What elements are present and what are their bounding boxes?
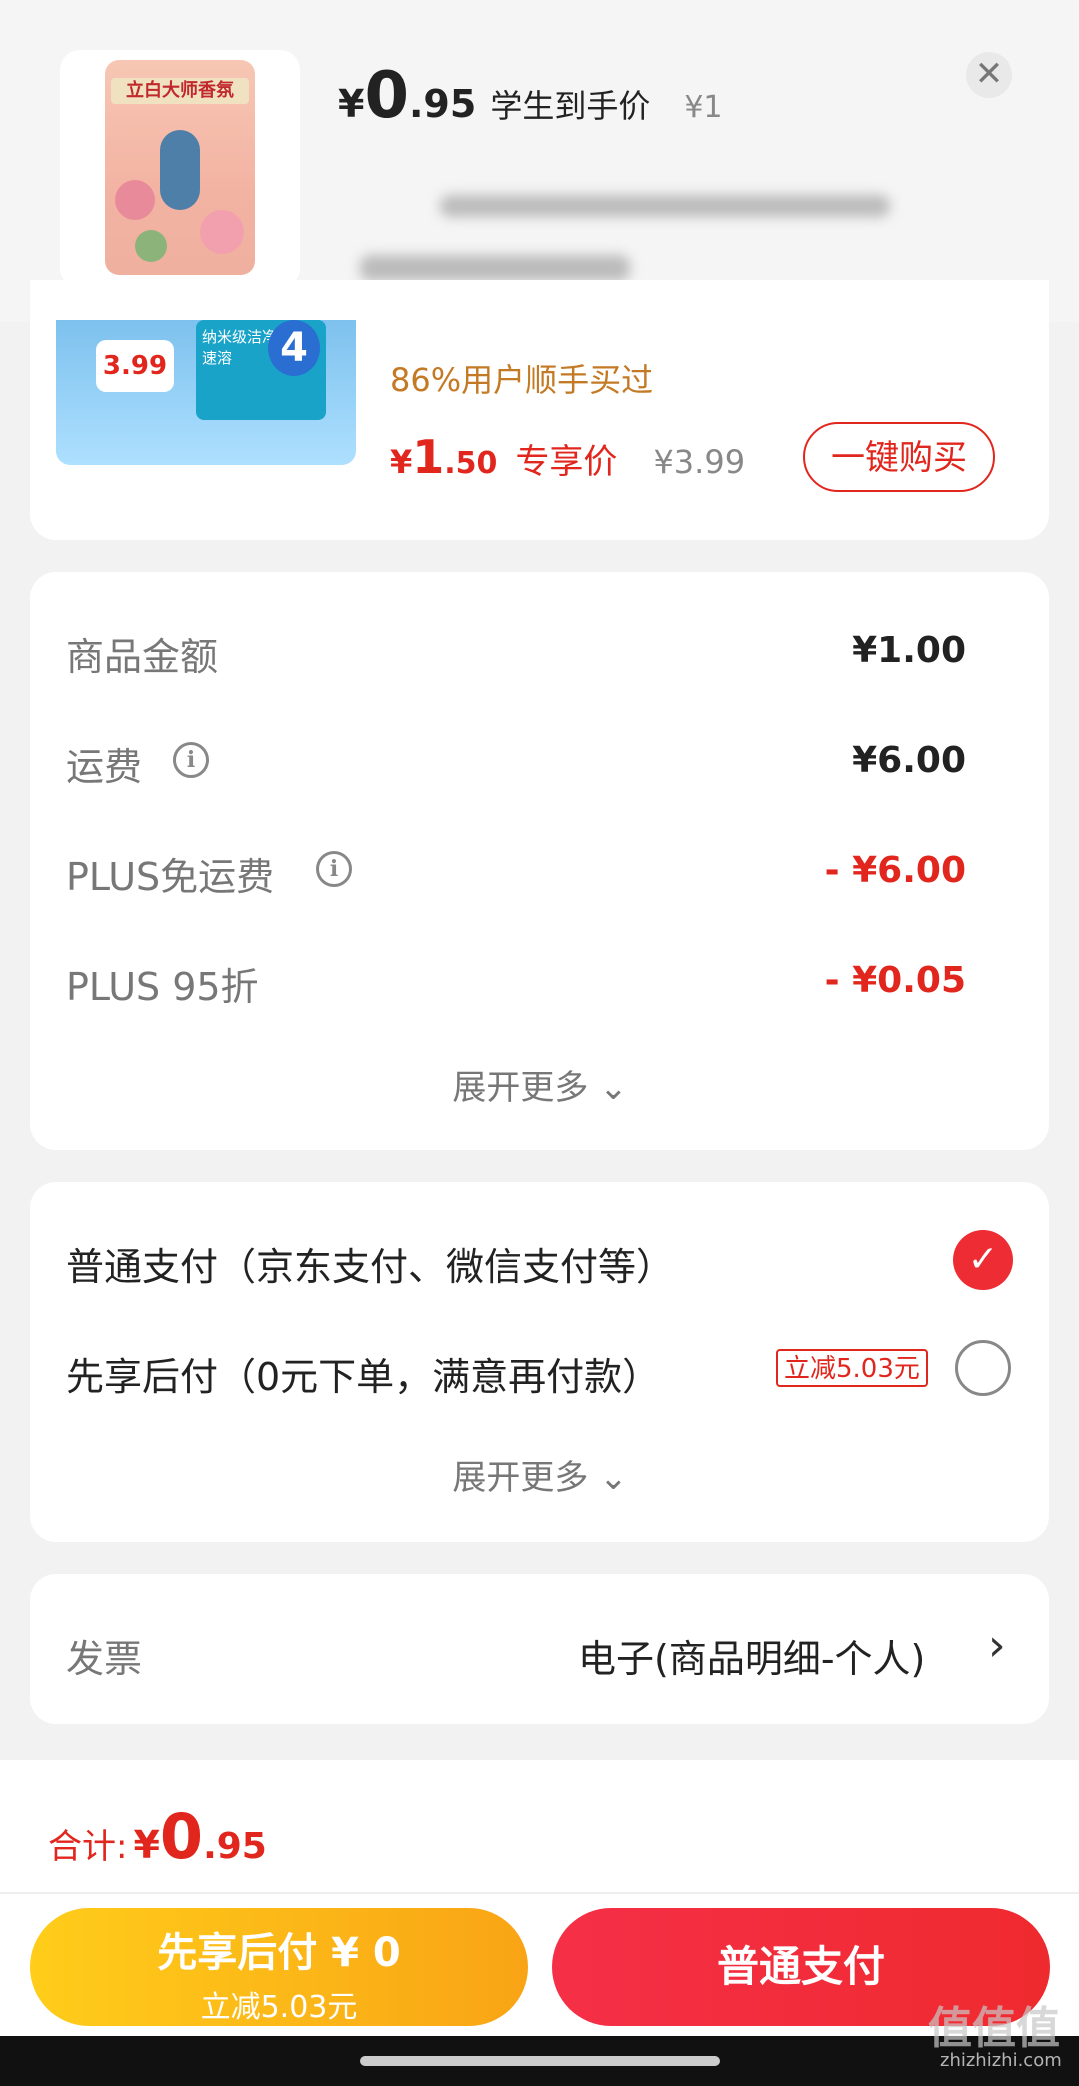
summary-row-value: ¥1.00 [852, 630, 966, 671]
pay-later-button[interactable]: 先享后付 ¥ 0 立减5.03元 [30, 1908, 528, 2026]
rec-price-decimal: .50 [444, 446, 498, 481]
summary-row-value: ¥6.00 [852, 740, 966, 781]
price-decimal: .95 [408, 82, 477, 126]
rec-old-price: ¥3.99 [653, 443, 746, 481]
radio-unselected-icon[interactable] [955, 1340, 1011, 1396]
summary-row-value: - ¥0.05 [824, 960, 966, 1001]
one-click-buy-button[interactable]: 一键购买 [803, 422, 995, 492]
summary-row-label: PLUS免运费 [66, 855, 275, 899]
total-decimal: .95 [203, 1826, 267, 1867]
watermark-logo: 值值值 [928, 2003, 1060, 2054]
student-price-label: 学生到手价 [490, 87, 651, 125]
invoice-value[interactable]: 电子(商品明细-个人) [578, 1628, 925, 1683]
pay-later-subtitle: 立减5.03元 [200, 1990, 358, 2025]
price-currency: ¥ [338, 82, 365, 126]
watermark-url: zhizhizhi.com [940, 2050, 1062, 2071]
student-price: ¥ 0 .95 学生到手价 ¥1 [338, 64, 723, 128]
discount-badge: 立减5.03元 [776, 1349, 928, 1387]
summary-row-label: 运费 [66, 745, 143, 789]
pouch-brand-text: 立白大师香氛 [111, 78, 249, 104]
rec-price-label: 专享价 [515, 442, 618, 482]
price-integer: 0 [364, 59, 409, 133]
payment-expand-more[interactable]: 展开更多 ⌄ [390, 1450, 690, 1499]
summary-row-value: - ¥6.00 [824, 850, 966, 891]
product-thumbnail: 立白大师香氛 [60, 50, 300, 288]
product-pouch-image: 立白大师香氛 [105, 60, 255, 275]
total-label: 合计: [48, 1827, 128, 1867]
divider [0, 1892, 1079, 1894]
payment-option-pay-later[interactable]: 先享后付（0元下单，满意再付款） [66, 1346, 660, 1401]
rec-price-currency: ¥ [390, 443, 413, 481]
badge-number: 4 [268, 320, 320, 376]
blurred-spec-line [440, 195, 890, 217]
summary-row-label: 商品金额 [66, 635, 219, 679]
blurred-spec-line [360, 255, 630, 281]
payment-option-normal[interactable]: 普通支付（京东支付、微信支付等） [66, 1236, 674, 1291]
plus-shipping-info-icon[interactable]: i [316, 851, 352, 887]
summary-expand-more[interactable]: 展开更多 ⌄ [390, 1060, 690, 1109]
home-indicator[interactable] [360, 2056, 720, 2066]
checkmark-selected-icon[interactable]: ✓ [953, 1230, 1013, 1290]
close-button[interactable]: ✕ [966, 52, 1012, 98]
invoice-label: 发票 [66, 1637, 143, 1681]
rec-price-integer: 1 [412, 430, 445, 484]
total-integer: 0 [159, 1800, 204, 1873]
recommend-price: ¥ 1 .50 专享价 ¥3.99 [390, 430, 745, 484]
summary-row-label: PLUS 95折 [66, 965, 259, 1009]
order-total: 合计: ¥ 0 .95 [48, 1800, 267, 1873]
total-currency: ¥ [133, 1823, 160, 1867]
promo-price-tag: 3.99 [96, 340, 174, 392]
users-bought-text: 86%用户顺手买过 [390, 361, 654, 399]
recommend-product-image[interactable]: 3.99 纳米级洁净 低温速溶 4 [56, 320, 356, 465]
pay-later-title: 先享后付 ¥ 0 [157, 1930, 401, 1976]
shipping-info-icon[interactable]: i [173, 742, 209, 778]
chevron-right-icon[interactable]: › [988, 1620, 1006, 1671]
original-price: ¥1 [684, 90, 723, 125]
